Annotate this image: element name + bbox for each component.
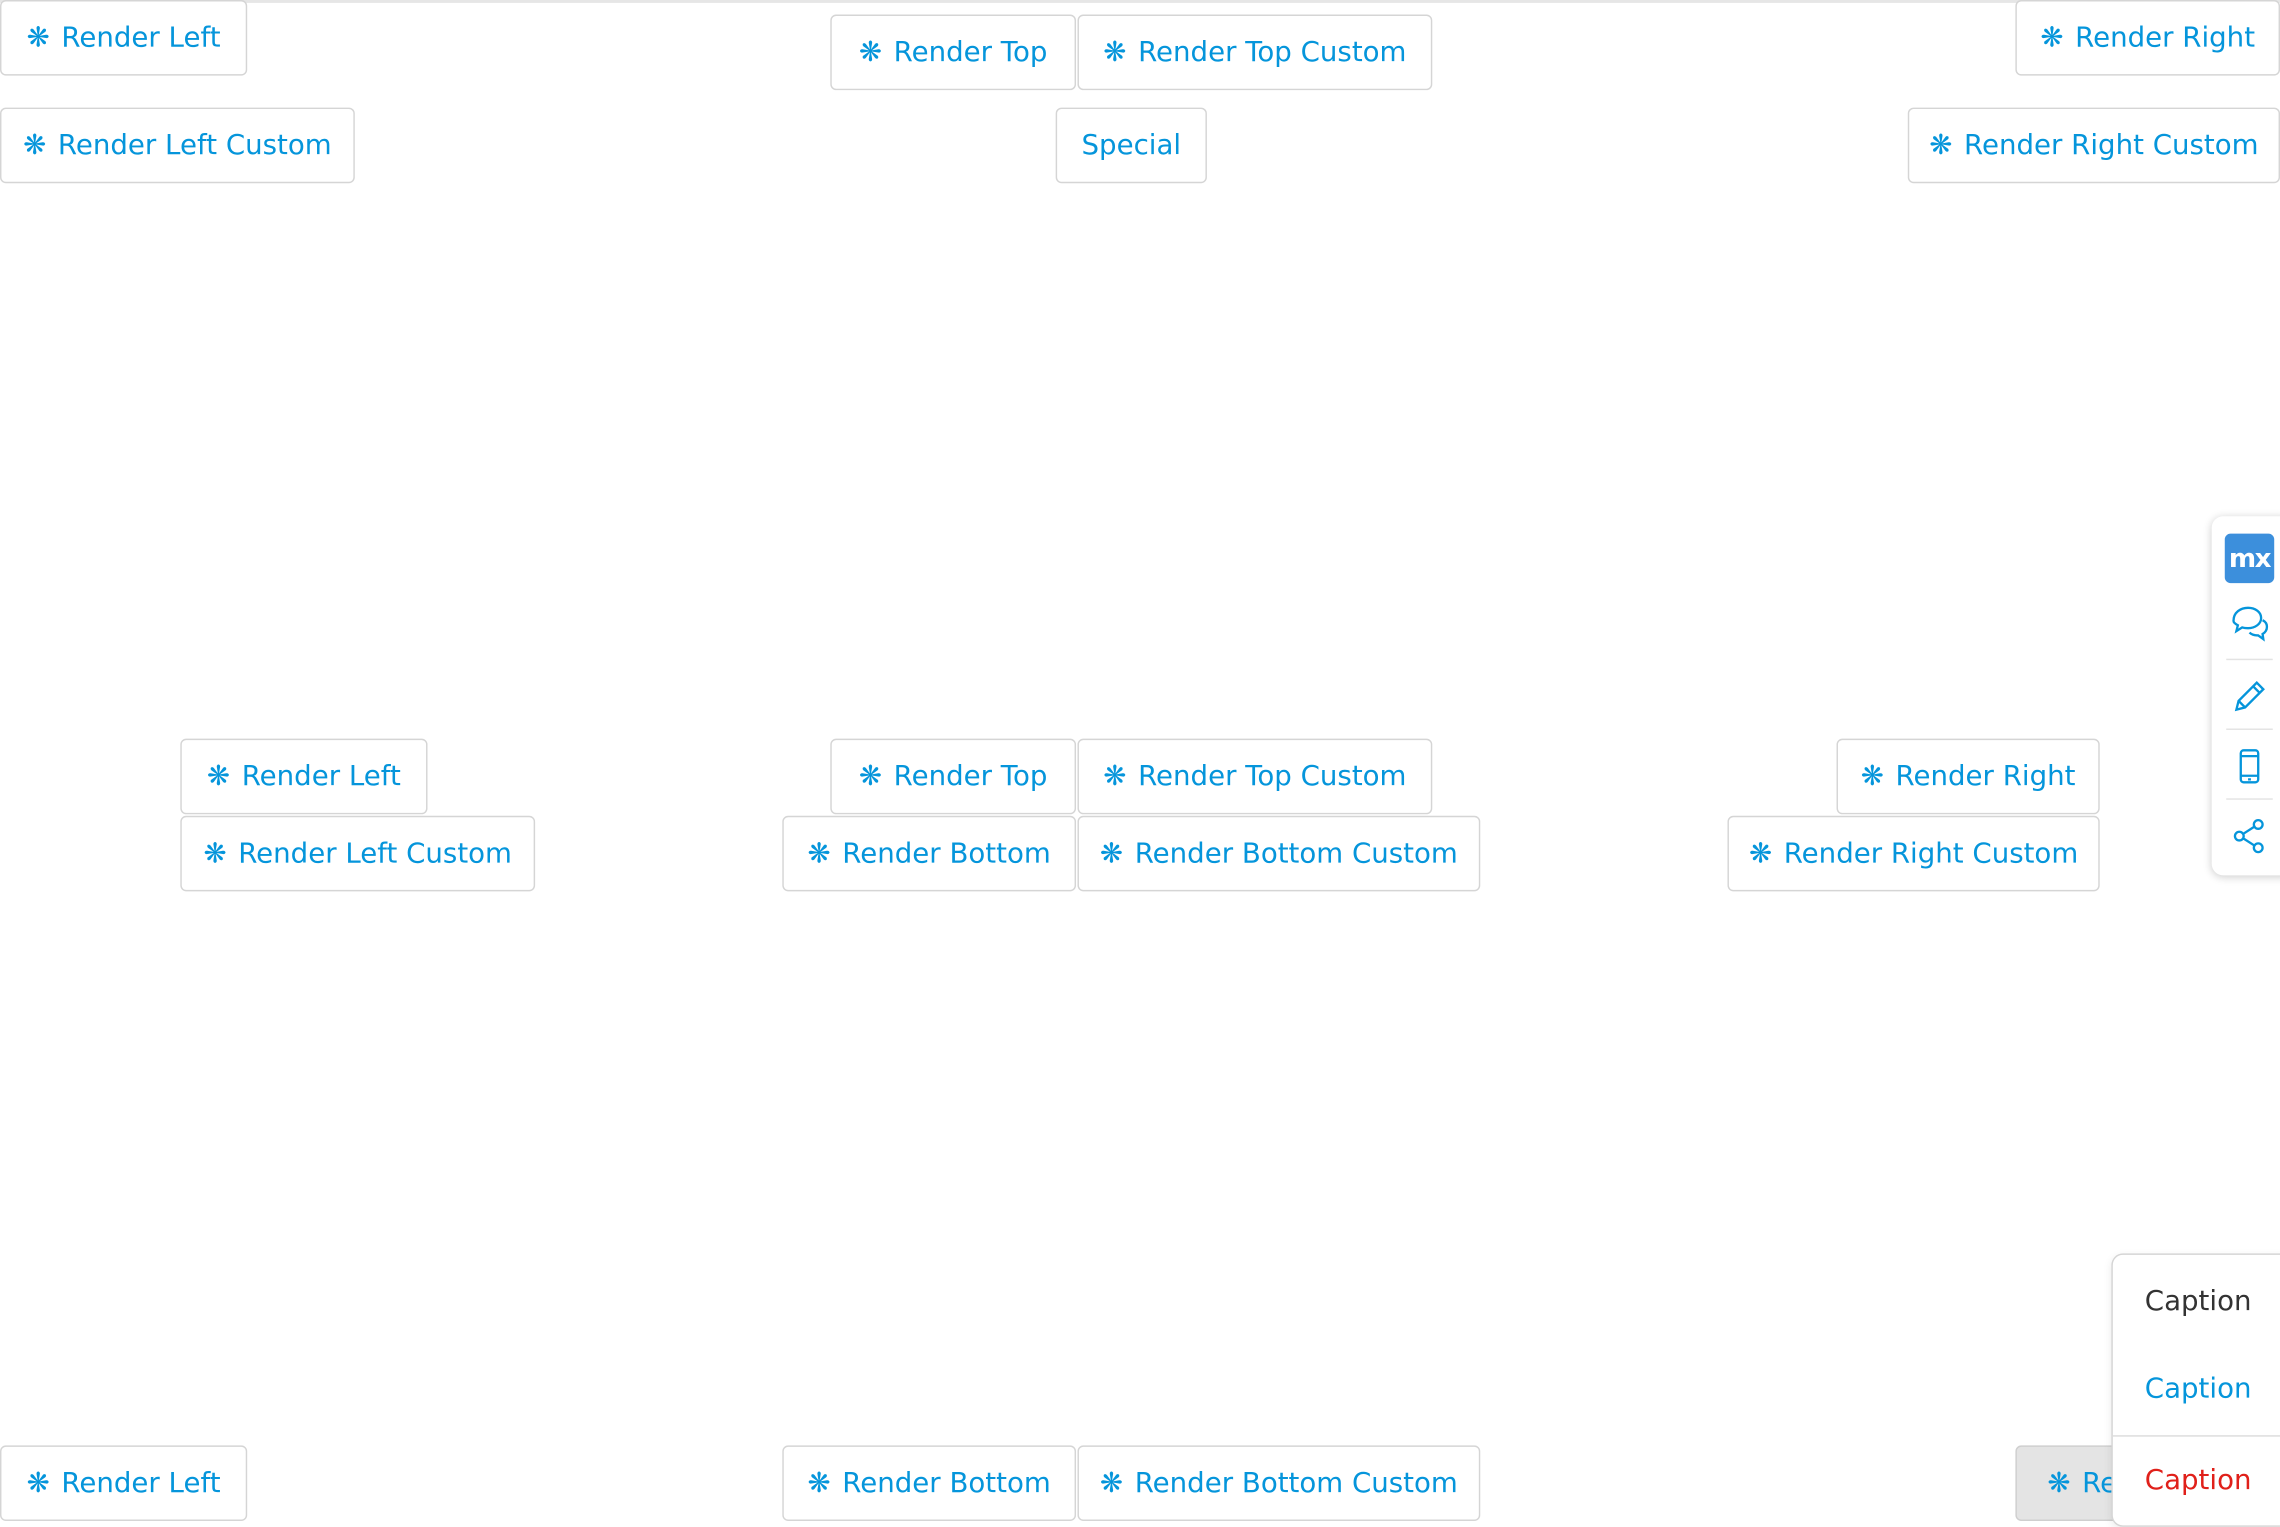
button-label: Render Left xyxy=(61,1467,221,1500)
render-left-button[interactable]: ❋ Render Left xyxy=(0,0,248,76)
render-bottom-button[interactable]: ❋ Render Bottom xyxy=(782,815,1077,892)
asterisk-icon: ❋ xyxy=(23,128,47,161)
render-right-custom-button[interactable]: ❋ Render Right Custom xyxy=(1727,815,2100,892)
toolbar-divider xyxy=(2226,798,2273,800)
render-left-custom-button[interactable]: ❋ Render Left Custom xyxy=(180,815,536,892)
asterisk-icon: ❋ xyxy=(206,759,231,792)
asterisk-icon: ❋ xyxy=(807,836,831,869)
asterisk-icon: ❋ xyxy=(807,1466,831,1499)
button-label: Render Bottom Custom xyxy=(1134,1467,1458,1500)
button-label: Render Left xyxy=(61,21,221,54)
side-toolbar: mx xyxy=(2211,516,2280,876)
asterisk-icon: ❋ xyxy=(26,1466,50,1499)
page-canvas: ❋ Render Left ❋ Render Left Custom ❋ Ren… xyxy=(0,0,2280,1527)
render-right-custom-button[interactable]: ❋ Render Right Custom xyxy=(1907,107,2280,184)
menu-item-caption-default[interactable]: Caption xyxy=(2113,1258,2280,1345)
chat-icon[interactable] xyxy=(2226,601,2273,648)
asterisk-icon: ❋ xyxy=(858,35,883,68)
asterisk-icon: ❋ xyxy=(1929,128,1953,161)
button-label: Render Bottom xyxy=(842,1467,1051,1500)
render-left-custom-button[interactable]: ❋ Render Left Custom xyxy=(0,107,355,184)
toolbar-divider xyxy=(2226,728,2273,730)
render-top-button[interactable]: ❋ Render Top xyxy=(830,738,1077,815)
button-label: Render Bottom xyxy=(842,837,1051,870)
render-left-button[interactable]: ❋ Render Left xyxy=(0,1445,248,1521)
button-label: Render Right xyxy=(1895,760,2076,793)
button-label: Render Left xyxy=(241,760,401,793)
render-bottom-custom-button[interactable]: ❋ Render Bottom Custom xyxy=(1077,1445,1481,1521)
mobile-icon[interactable] xyxy=(2226,743,2273,790)
asterisk-icon: ❋ xyxy=(1099,1466,1124,1499)
button-label: Render Left Custom xyxy=(238,837,512,870)
button-label: Render Left Custom xyxy=(57,129,332,162)
button-label: Render Right Custom xyxy=(1964,129,2259,162)
render-top-button[interactable]: ❋ Render Top xyxy=(830,14,1077,91)
button-label: Render Top xyxy=(893,760,1048,793)
pencil-icon[interactable] xyxy=(2226,673,2273,720)
render-top-custom-button[interactable]: ❋ Render Top Custom xyxy=(1077,738,1433,815)
render-right-button[interactable]: ❋ Render Right xyxy=(1836,738,2100,815)
asterisk-icon: ❋ xyxy=(1748,836,1773,869)
asterisk-icon: ❋ xyxy=(2047,1466,2071,1499)
asterisk-icon: ❋ xyxy=(1099,836,1124,869)
dropdown-menu: Caption Caption Caption xyxy=(2111,1253,2280,1527)
render-bottom-button[interactable]: ❋ Render Bottom xyxy=(782,1445,1077,1521)
toolbar-divider xyxy=(2226,658,2273,661)
mendix-logo-icon[interactable]: mx xyxy=(2224,533,2275,584)
button-label: Render Right Custom xyxy=(1783,837,2079,870)
asterisk-icon: ❋ xyxy=(203,836,227,869)
menu-item-caption-primary[interactable]: Caption xyxy=(2113,1345,2280,1432)
button-label: Render Right xyxy=(2075,21,2256,54)
button-label: Render Top Custom xyxy=(1138,760,1407,793)
top-divider xyxy=(0,0,2280,3)
button-label: Render Bottom Custom xyxy=(1134,837,1458,870)
render-left-button[interactable]: ❋ Render Left xyxy=(180,738,428,815)
asterisk-icon: ❋ xyxy=(26,21,50,54)
share-icon[interactable] xyxy=(2226,813,2273,860)
special-button[interactable]: Special xyxy=(1055,107,1207,184)
button-label: Special xyxy=(1081,129,1182,162)
render-right-button[interactable]: ❋ Render Right xyxy=(2015,0,2280,76)
render-bottom-custom-button[interactable]: ❋ Render Bottom Custom xyxy=(1077,815,1481,892)
asterisk-icon: ❋ xyxy=(1103,35,1127,68)
menu-item-caption-danger[interactable]: Caption xyxy=(2112,1435,2280,1522)
render-top-custom-button[interactable]: ❋ Render Top Custom xyxy=(1077,14,1433,91)
button-label: Render Top Custom xyxy=(1138,36,1407,69)
asterisk-icon: ❋ xyxy=(858,759,883,792)
asterisk-icon: ❋ xyxy=(2040,21,2064,54)
button-label: Render Top xyxy=(893,36,1048,69)
asterisk-icon: ❋ xyxy=(1860,759,1884,792)
asterisk-icon: ❋ xyxy=(1103,759,1127,792)
